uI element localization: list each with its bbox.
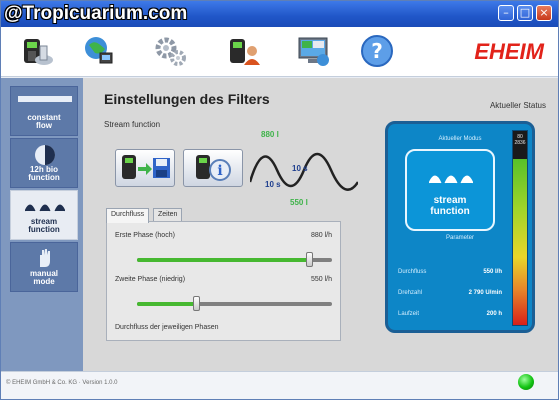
device-info-button[interactable]: i	[183, 149, 243, 187]
save-to-device-button[interactable]	[115, 149, 175, 187]
tab-zeiten[interactable]: Zeiten	[153, 208, 183, 222]
hand-icon	[40, 249, 50, 267]
status-row-label: Durchfluss	[398, 269, 427, 275]
brand-logo: EHEIM	[474, 39, 544, 64]
section-subtitle: Stream function	[104, 120, 161, 129]
svg-text:?: ?	[371, 39, 383, 63]
status-bar: © EHEIM GmbH & Co. KG · Version 1.0.0	[1, 371, 558, 399]
wave-bottom-value: 550 l	[290, 198, 308, 207]
mode-sidebar: constant flow 12h bio function stream funct…	[1, 78, 83, 371]
sidebar-item-stream-function[interactable]: stream function	[10, 190, 78, 240]
second-phase-slider-fill	[137, 302, 196, 306]
device-info-icon: i	[196, 155, 231, 181]
status-row-label: Laufzeit	[398, 311, 420, 317]
globe-network-icon[interactable]	[81, 33, 117, 69]
current-mode-box: stream function	[405, 149, 495, 231]
current-status-panel: Aktueller Modus stream function Parameter…	[385, 121, 535, 333]
first-phase-slider-thumb[interactable]	[306, 252, 313, 267]
wave-top-value: 880 l	[261, 130, 279, 139]
status-row-value: 200 h	[486, 311, 502, 317]
constant-flow-icon	[18, 96, 72, 102]
status-row-value: 2 790 U/min	[468, 290, 502, 296]
page-title: Einstellungen des Filters	[104, 91, 270, 107]
stream-wave-diagram: 880 l 550 l 10 s 10 s	[248, 130, 360, 208]
maximize-button[interactable]: □	[517, 5, 533, 21]
minimize-button[interactable]: –	[498, 5, 514, 21]
first-phase-slider[interactable]	[137, 252, 332, 267]
svg-text:i: i	[217, 163, 222, 179]
copyright-text: © EHEIM GmbH & Co. KG · Version 1.0.0	[6, 380, 118, 386]
connection-status-led	[518, 374, 534, 390]
watermark-text: @Tropicuarium.com	[4, 3, 188, 24]
flow-settings-panel: Erste Phase (hoch) 880 l/h Zweite Phase …	[106, 221, 341, 341]
current-mode-label: stream function	[430, 195, 470, 217]
stream-wave-icon	[429, 175, 473, 184]
flow-footer-note: Durchfluss der jeweiligen Phasen	[115, 324, 219, 331]
wave-icon	[25, 204, 65, 212]
wave-left-time: 10 s	[265, 180, 281, 189]
sidebar-item-manual-mode[interactable]: manual mode	[10, 242, 78, 292]
gauge-readout: 80 2836	[513, 131, 527, 159]
save-device-icon	[122, 155, 170, 179]
status-panel-title: Aktueller Modus	[438, 136, 482, 142]
sidebar-item-label: manual mode	[29, 269, 58, 286]
first-phase-slider-fill	[137, 258, 309, 262]
sidebar-item-label: constant flow	[27, 113, 61, 130]
sidebar-item-12h-bio[interactable]: 12h bio function	[10, 138, 78, 188]
device-user-icon[interactable]	[226, 33, 262, 69]
slider-value-first-phase: 880 l/h	[310, 232, 332, 239]
sidebar-item-label: 12h bio function	[28, 165, 60, 182]
level-gauge: 80 2836	[512, 130, 528, 326]
computer-calendar-icon[interactable]	[296, 33, 332, 69]
sidebar-item-constant-flow[interactable]: constant flow	[10, 86, 78, 136]
status-row-label: Drehzahl	[398, 290, 423, 296]
gears-settings-icon[interactable]	[153, 33, 189, 69]
slider-value-second-phase: 550 l/h	[310, 276, 332, 283]
tab-durchfluss[interactable]: Durchfluss	[106, 208, 150, 223]
status-heading: Aktueller Status	[489, 101, 546, 110]
slider-label-second-phase: Zweite Phase (niedrig)	[115, 276, 186, 283]
help-question-icon[interactable]: ?	[359, 33, 395, 69]
second-phase-slider-thumb[interactable]	[193, 296, 200, 311]
second-phase-slider[interactable]	[137, 296, 332, 311]
status-row-value: 550 l/h	[483, 269, 502, 275]
filter-device-icon[interactable]	[19, 33, 55, 69]
slider-label-first-phase: Erste Phase (hoch)	[115, 232, 175, 239]
window-controls: – □ ×	[498, 5, 552, 21]
close-button[interactable]: ×	[536, 5, 552, 21]
main-toolbar: ? EHEIM	[1, 27, 558, 77]
sidebar-item-label: stream function	[28, 217, 60, 234]
app-window: @Tropicuarium.com – □ × ? EHEIM constant…	[0, 0, 559, 400]
parameter-label: Parameter	[445, 235, 474, 241]
wave-right-time: 10 s	[292, 164, 308, 173]
half-moon-icon	[35, 145, 55, 165]
settings-content: Einstellungen des Filters Stream functio…	[83, 78, 558, 371]
title-bar: @Tropicuarium.com – □ ×	[1, 1, 558, 27]
